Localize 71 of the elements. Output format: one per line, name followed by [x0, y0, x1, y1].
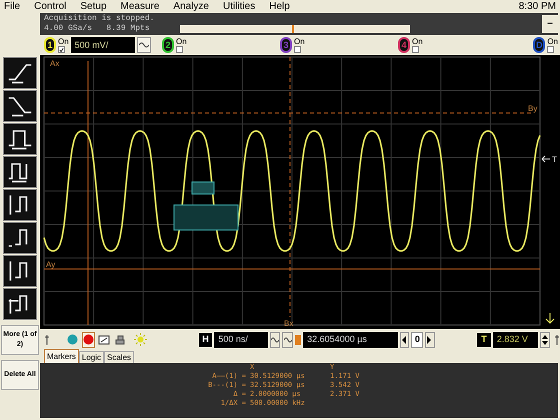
channel-button[interactable]: 1 [44, 37, 56, 53]
trigger-label: T [552, 155, 557, 164]
circle-icon [67, 334, 78, 345]
stop-button[interactable] [82, 332, 96, 348]
menu-item[interactable]: Help [269, 2, 290, 12]
channel-checkbox[interactable] [176, 46, 183, 52]
right-arrow-icon [426, 336, 432, 344]
channel-on-label: On [547, 38, 558, 46]
sample-rate-text: 4.00 GSa/s 8.39 Mpts [44, 24, 151, 34]
time-per-div-field[interactable]: 500 ns/ [214, 332, 268, 348]
trigger-level-field[interactable]: 2.832 V [492, 332, 538, 348]
marker-label: Ax [50, 59, 60, 68]
channel-on-label: On [58, 38, 69, 46]
clock-text: 8:30 PM [518, 2, 556, 12]
left-arrow-icon [400, 336, 407, 344]
printer-icon [114, 334, 126, 346]
pin-icon[interactable] [554, 334, 560, 344]
channel-checkbox[interactable] [412, 46, 419, 52]
up-down-arrows-icon [542, 334, 548, 346]
trigger-badge: T [477, 332, 491, 346]
run-button[interactable] [66, 332, 80, 348]
pin-icon[interactable] [44, 334, 50, 344]
wave-button[interactable] [282, 332, 294, 348]
sun-icon [134, 333, 148, 346]
minimize-button[interactable]: – [542, 15, 558, 33]
measurement-button[interactable] [3, 255, 37, 287]
delay-field[interactable]: 32.6054000 µs [303, 332, 398, 348]
search-result-box [192, 182, 214, 194]
wave-icon [138, 41, 149, 49]
horizontal-badge: H [198, 332, 212, 346]
channel-button[interactable]: 4 [398, 37, 410, 53]
channel-on-label: On [412, 38, 423, 46]
menu-item[interactable]: Setup [80, 2, 107, 12]
menu-item[interactable]: Control [34, 2, 66, 12]
measurement-button[interactable] [3, 156, 37, 188]
screen-icon [98, 334, 110, 346]
previous-button[interactable] [400, 332, 410, 348]
measurement-button[interactable] [3, 90, 37, 122]
menu-item[interactable]: Measure [120, 2, 160, 12]
volts-per-div-field[interactable]: 500 mV/ [70, 37, 135, 53]
marker-label: Ay [46, 260, 56, 269]
menu-item[interactable]: Utilities [223, 2, 256, 12]
tab[interactable]: Markers [44, 349, 79, 363]
down-arrow-icon [546, 312, 554, 324]
trigger-position-marker [292, 25, 294, 33]
marker-ay-line[interactable] [44, 268, 540, 270]
channel-checkbox[interactable] [58, 46, 65, 52]
step-field[interactable]: 0 [411, 332, 424, 348]
menu-item[interactable]: File [4, 2, 20, 12]
measurement-button[interactable] [3, 123, 37, 155]
coupling-button[interactable] [136, 37, 151, 53]
spin-button[interactable] [540, 332, 550, 348]
circle-icon [83, 334, 94, 345]
marker-label: By [528, 104, 538, 113]
measurement-button[interactable] [3, 222, 37, 254]
trigger-arrow-icon [542, 156, 550, 162]
channel-on-label: On [176, 38, 187, 46]
channel-checkbox[interactable] [547, 46, 554, 52]
measurement-button[interactable] [3, 189, 37, 221]
next-button[interactable] [425, 332, 436, 348]
channel-checkbox[interactable] [294, 46, 301, 52]
zoom-region-box [174, 204, 238, 230]
channel-on-label: On [294, 38, 305, 46]
measurement-button[interactable] [3, 57, 37, 89]
marker-label: Bx [284, 319, 294, 328]
menu-item[interactable]: Analyze [173, 2, 209, 12]
channel-button[interactable]: 2 [162, 37, 174, 53]
check-icon [59, 46, 64, 52]
measurement-button[interactable] [3, 288, 37, 320]
wave-button[interactable] [270, 332, 280, 348]
acquisition-status: Acquisition is stopped. [44, 14, 156, 24]
